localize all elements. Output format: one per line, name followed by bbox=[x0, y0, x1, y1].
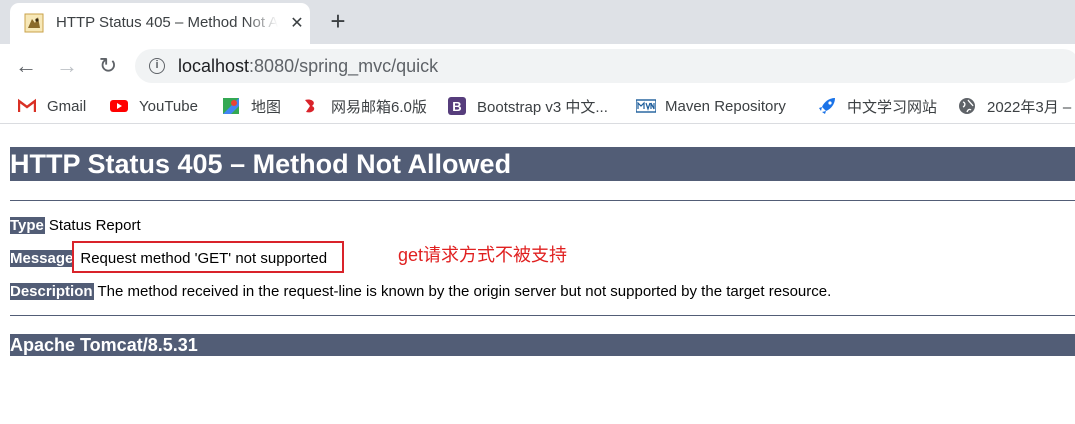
description-label: Description bbox=[10, 283, 94, 300]
youtube-icon bbox=[110, 97, 128, 115]
type-row: Type Status Report bbox=[10, 217, 141, 235]
page-content: HTTP Status 405 – Method Not Allowed Typ… bbox=[0, 124, 1075, 424]
bookmark-youtube[interactable]: YouTube bbox=[110, 94, 198, 118]
rocket-icon bbox=[818, 97, 836, 115]
bookmark-gmail[interactable]: Gmail bbox=[17, 94, 87, 118]
netease-mail-icon bbox=[302, 97, 320, 115]
bookmarks-bar: Gmail YouTube 地图 网易邮箱6.0版 B Bootstrap v3… bbox=[0, 88, 1075, 124]
new-tab-icon[interactable]: + bbox=[326, 8, 350, 34]
bookmark-2022-march[interactable]: 2022年3月 – bbox=[958, 94, 1071, 118]
annotation-text: get请求方式不被支持 bbox=[398, 245, 568, 265]
site-info-icon[interactable]: i bbox=[149, 58, 165, 74]
bootstrap-icon: B bbox=[448, 97, 466, 115]
tab-close-icon[interactable]: ✕ bbox=[288, 15, 306, 33]
tab-title: HTTP Status 405 – Method Not Allowed bbox=[56, 14, 278, 31]
server-footer: Apache Tomcat/8.5.31 bbox=[10, 334, 1075, 356]
bookmark-label: Gmail bbox=[47, 97, 87, 115]
description-row: Description The method received in the re… bbox=[10, 283, 831, 301]
tomcat-favicon-icon bbox=[24, 13, 44, 33]
browser-toolbar: ← → ↻ i localhost:8080/spring_mvc/quick bbox=[0, 44, 1075, 88]
url-text[interactable]: localhost:8080/spring_mvc/quick bbox=[178, 56, 438, 77]
bookmark-maps[interactable]: 地图 bbox=[222, 94, 281, 118]
bookmark-label: Maven Repository bbox=[665, 97, 786, 115]
divider bbox=[10, 200, 1075, 201]
back-icon[interactable]: ← bbox=[14, 54, 38, 78]
address-bar[interactable]: i localhost:8080/spring_mvc/quick bbox=[135, 49, 1075, 83]
bookmark-label: 地图 bbox=[251, 98, 282, 116]
message-label: Message bbox=[10, 250, 75, 267]
bookmark-label: 2022年3月 – bbox=[987, 98, 1072, 116]
maven-icon bbox=[635, 97, 657, 115]
page-heading: HTTP Status 405 – Method Not Allowed bbox=[10, 147, 1075, 181]
type-label: Type bbox=[10, 217, 45, 234]
bookmark-label: 网易邮箱6.0版 bbox=[331, 98, 427, 116]
reload-icon[interactable]: ↻ bbox=[96, 54, 120, 78]
url-path: :8080/spring_mvc/quick bbox=[249, 56, 439, 76]
description-value: The method received in the request-line … bbox=[97, 283, 832, 300]
maps-icon bbox=[222, 97, 240, 115]
bookmark-netease-mail[interactable]: 网易邮箱6.0版 bbox=[302, 94, 427, 118]
divider bbox=[10, 315, 1075, 316]
bookmark-bootstrap[interactable]: B Bootstrap v3 中文... bbox=[448, 94, 608, 118]
bookmark-label: Bootstrap v3 中文... bbox=[477, 98, 608, 116]
tab-active[interactable]: HTTP Status 405 – Method Not Allowed ✕ bbox=[10, 3, 310, 44]
tab-strip: HTTP Status 405 – Method Not Allowed ✕ + bbox=[0, 0, 1075, 44]
bookmark-label: 中文学习网站 bbox=[847, 98, 938, 116]
type-value: Status Report bbox=[48, 217, 141, 234]
bookmark-chinese-learning[interactable]: 中文学习网站 bbox=[818, 94, 937, 118]
globe-icon bbox=[958, 97, 976, 115]
gmail-icon bbox=[17, 97, 37, 115]
message-highlight-box bbox=[72, 241, 344, 273]
bookmark-maven[interactable]: Maven Repository bbox=[635, 94, 786, 118]
forward-icon[interactable]: → bbox=[55, 54, 79, 78]
bookmark-label: YouTube bbox=[139, 97, 198, 115]
svg-text:B: B bbox=[452, 99, 461, 114]
url-host: localhost bbox=[178, 56, 250, 76]
